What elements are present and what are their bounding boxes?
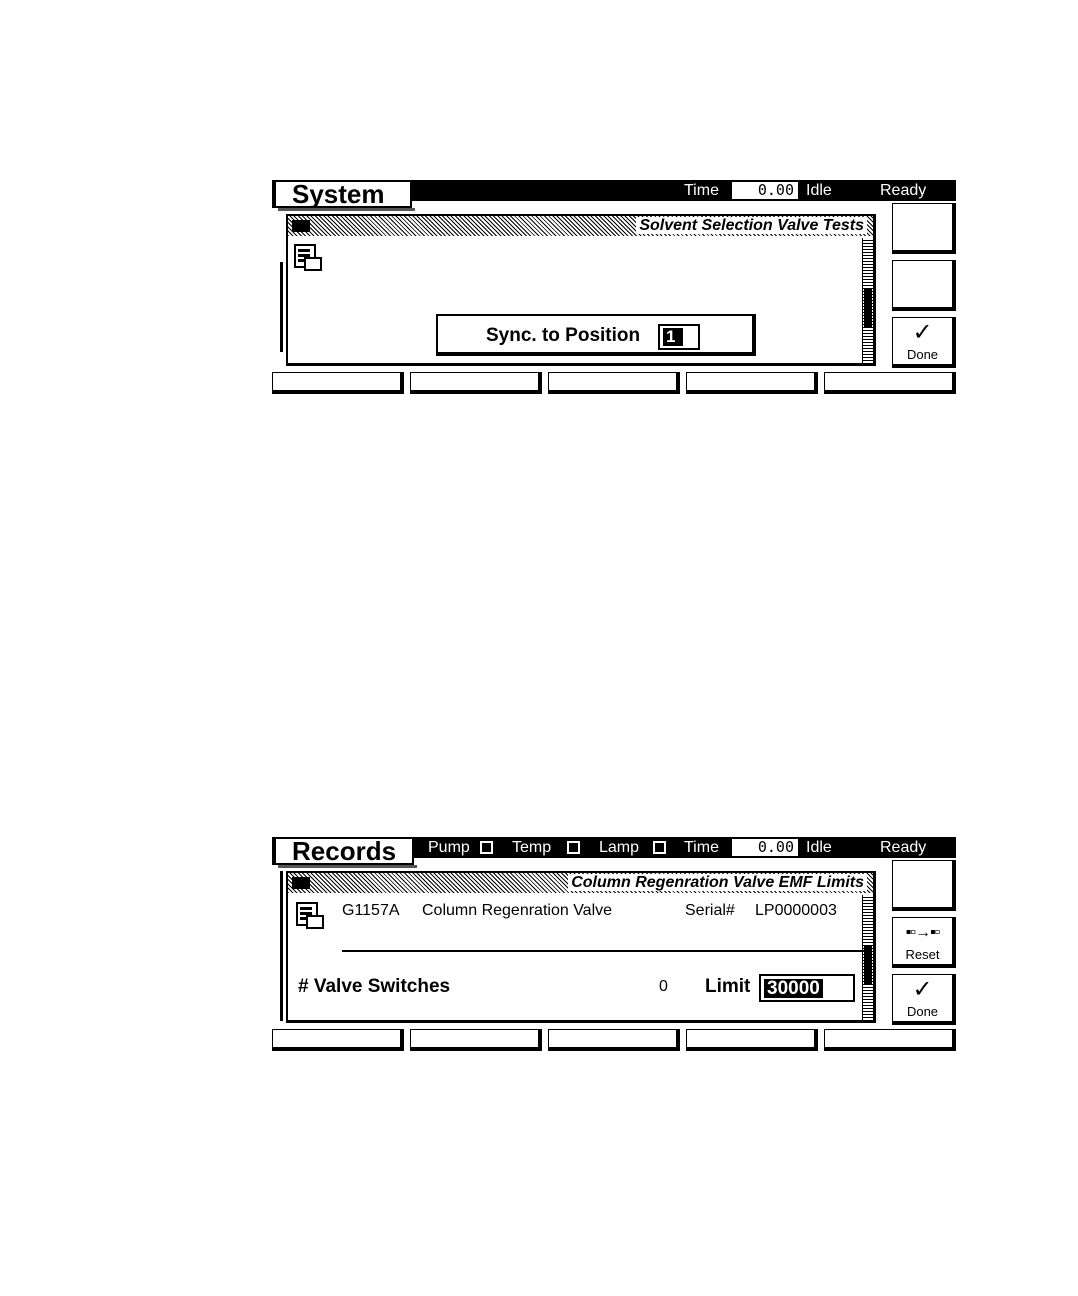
- lamp-label: Lamp: [599, 839, 640, 856]
- time-value: 0.00: [732, 839, 798, 856]
- scrollbar[interactable]: [862, 895, 873, 1020]
- dialog-title: Column Regenration Valve EMF Limits: [568, 874, 867, 891]
- dialog-window: Solvent Selection Valve Tests Sync. to P…: [286, 214, 876, 366]
- lamp-indicator: [653, 841, 666, 854]
- done-button[interactable]: ✓ Done: [892, 317, 956, 368]
- softkey-bottom-5[interactable]: [824, 1029, 956, 1051]
- window-menu-icon[interactable]: [292, 220, 310, 232]
- reset-button[interactable]: ▪▫→▪▫ Reset: [892, 917, 956, 968]
- softkey-side-1[interactable]: [892, 203, 956, 254]
- device-name: Column Regenration Valve: [422, 902, 613, 919]
- status-ready: Ready: [880, 182, 927, 199]
- serial-label: Serial#: [685, 902, 735, 919]
- pump-indicator: [480, 841, 493, 854]
- limit-label: Limit: [705, 976, 751, 997]
- valve-switches-count: 0: [659, 978, 668, 995]
- done-label: Done: [906, 1004, 939, 1019]
- softkey-bottom-2[interactable]: [410, 372, 542, 394]
- document-icon: [296, 902, 324, 929]
- document-icon: [294, 244, 322, 271]
- reset-icon: ▪▫→▪▫: [905, 924, 941, 941]
- status-idle: Idle: [806, 182, 832, 199]
- dialog-title-bar: Column Regenration Valve EMF Limits: [288, 873, 873, 893]
- limit-input[interactable]: 30000: [759, 974, 855, 1002]
- serial-value: LP0000003: [755, 902, 837, 919]
- checkmark-icon: ✓: [912, 319, 933, 346]
- window-menu-icon[interactable]: [292, 877, 310, 889]
- softkey-bottom-5[interactable]: [824, 372, 956, 394]
- records-screen: Pump Temp Lamp Time 0.00 Idle Ready Reco…: [272, 837, 956, 1051]
- temp-indicator: [567, 841, 580, 854]
- dialog-title: Solvent Selection Valve Tests: [636, 217, 867, 234]
- softkey-bottom-4[interactable]: [686, 372, 818, 394]
- softkey-bottom-1[interactable]: [272, 372, 404, 394]
- time-label: Time: [684, 839, 719, 856]
- sync-position-value: 1: [663, 328, 683, 346]
- softkey-bottom-2[interactable]: [410, 1029, 542, 1051]
- header-divider: [342, 950, 864, 952]
- softkey-side-2[interactable]: [892, 260, 956, 311]
- valve-test-panel: Solvent Selection Valve Tests Sync. to P…: [274, 204, 886, 368]
- sync-position-input[interactable]: 1: [658, 324, 700, 350]
- time-value: 0.00: [732, 182, 798, 199]
- limit-value: 30000: [764, 979, 823, 998]
- pump-label: Pump: [428, 839, 470, 856]
- reset-label: Reset: [905, 947, 940, 962]
- status-idle: Idle: [806, 839, 832, 856]
- softkey-side-1[interactable]: [892, 860, 956, 911]
- tab-records[interactable]: Records: [272, 837, 417, 868]
- softkey-bottom-1[interactable]: [272, 1029, 404, 1051]
- panel-bracket: [280, 262, 283, 352]
- sync-label: Sync. to Position: [486, 325, 641, 346]
- sync-position-box: Sync. to Position 1: [436, 314, 756, 356]
- panel-bracket: [280, 871, 283, 1021]
- done-button[interactable]: ✓ Done: [892, 974, 956, 1025]
- emf-limits-panel: Column Regenration Valve EMF Limits G115…: [274, 861, 886, 1025]
- softkey-bottom-3[interactable]: [548, 1029, 680, 1051]
- checkmark-icon: ✓: [912, 976, 933, 1003]
- softkey-bottom-4[interactable]: [686, 1029, 818, 1051]
- dialog-title-bar: Solvent Selection Valve Tests: [288, 216, 873, 236]
- status-ready: Ready: [880, 839, 927, 856]
- scrollbar[interactable]: [862, 238, 873, 363]
- softkey-bottom-3[interactable]: [548, 372, 680, 394]
- system-screen: Time 0.00 Idle Ready System Solvent Sele…: [272, 180, 956, 394]
- time-label: Time: [684, 182, 719, 199]
- done-label: Done: [906, 347, 939, 362]
- temp-label: Temp: [512, 839, 552, 856]
- device-id: G1157A: [342, 902, 400, 919]
- valve-switches-label: # Valve Switches: [298, 976, 451, 997]
- tab-system[interactable]: System: [272, 180, 415, 211]
